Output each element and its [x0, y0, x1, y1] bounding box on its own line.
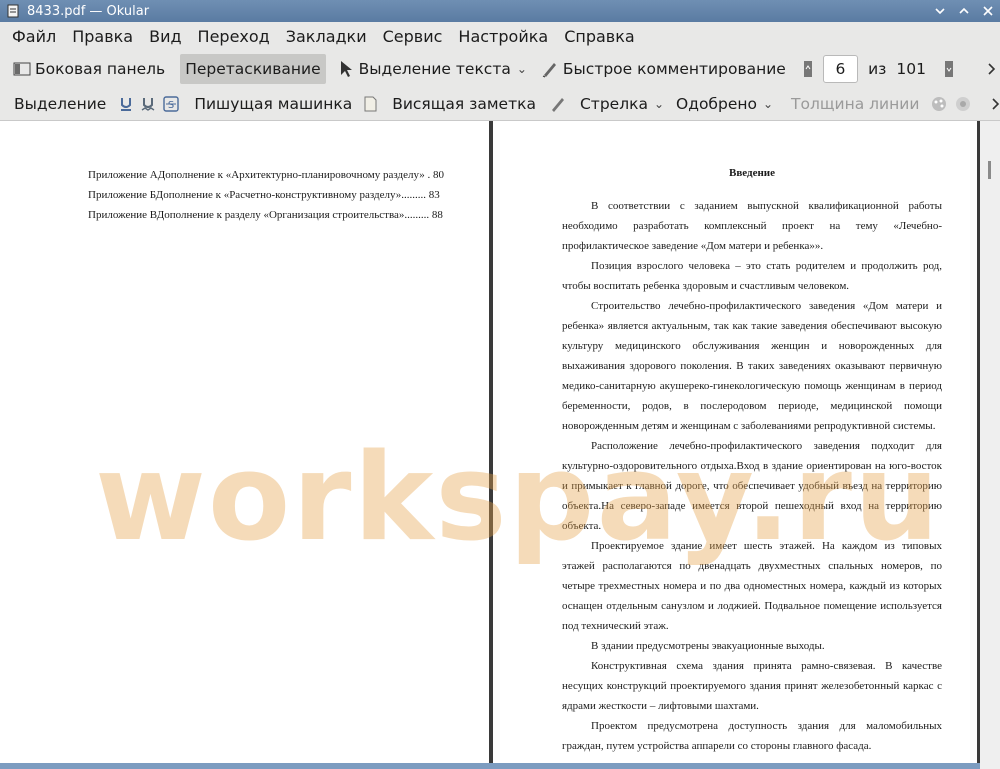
menu-view[interactable]: Вид — [141, 22, 189, 51]
cursor-icon — [337, 60, 355, 78]
stamp-button[interactable]: Одобрено ⌄ — [671, 89, 778, 119]
opacity-icon[interactable] — [954, 95, 972, 113]
vertical-scrollbar[interactable] — [980, 121, 1000, 769]
paragraph: Проектом предусмотрена доступность здани… — [562, 720, 942, 752]
minimize-icon[interactable] — [928, 0, 952, 22]
highlight-label: Выделение — [14, 94, 107, 113]
typewriter-button[interactable]: Пишущая машинка — [189, 89, 357, 119]
popup-note-button[interactable]: Висящая заметка — [387, 89, 541, 119]
popup-note-label: Висящая заметка — [392, 94, 536, 113]
annotation-overflow-icon[interactable] — [990, 95, 1000, 113]
title-bar: 8433.pdf — Okular — [0, 0, 1000, 22]
close-icon[interactable] — [976, 0, 1000, 22]
section-heading: Введение — [728, 167, 776, 179]
stamp-dropdown-icon[interactable]: ⌄ — [763, 97, 773, 111]
arrow-label: Стрелка — [579, 94, 648, 113]
menu-bookmarks[interactable]: Закладки — [278, 22, 375, 51]
page-text: Введение В соответствии с заданием выпус… — [562, 163, 942, 756]
window-title: 8433.pdf — Okular — [27, 3, 150, 19]
document-viewport[interactable]: Приложение АДополнение к «Архитектурно-п… — [0, 121, 1000, 769]
squiggly-underline-icon[interactable] — [141, 95, 155, 113]
toc-entry: Приложение АДополнение к «Архитектурно-п… — [88, 169, 444, 181]
paragraph: Расположение лечебно-профилактического з… — [562, 440, 942, 532]
page-total: 101 — [896, 60, 926, 78]
scrollbar-thumb[interactable] — [988, 161, 991, 179]
browse-tool-label: Перетаскивание — [185, 60, 321, 78]
toc-entry: Приложение ВДополнение к разделу «Органи… — [88, 209, 443, 221]
paragraph: В соответствии с заданием выпускной квал… — [562, 200, 942, 252]
next-page-icon[interactable] — [944, 60, 954, 78]
strikeout-icon[interactable]: S — [163, 95, 180, 113]
table-of-contents: Приложение АДополнение к «Архитектурно-п… — [88, 165, 458, 225]
menu-bar: Файл Правка Вид Переход Закладки Сервис … — [0, 22, 1000, 51]
page-number-input[interactable]: 6 — [822, 55, 859, 83]
page-of-label: из — [868, 60, 887, 78]
paragraph: Позиция взрослого человека – это стать р… — [562, 260, 942, 292]
browse-tool-button[interactable]: Перетаскивание — [180, 54, 326, 84]
color-icon[interactable] — [930, 95, 948, 113]
paragraph: Проектируемое здание имеет шесть этажей.… — [562, 540, 942, 632]
toolbar-overflow-icon[interactable] — [986, 60, 996, 78]
horizontal-scrollbar[interactable] — [0, 763, 980, 769]
annotation-toolbar: Выделение S Пишущая машинка Висящая заме… — [0, 87, 1000, 121]
previous-page-icon[interactable] — [803, 60, 813, 78]
sidebar-label: Боковая панель — [35, 60, 166, 78]
maximize-icon[interactable] — [952, 0, 976, 22]
quick-annotation-label: Быстрое комментирование — [562, 60, 786, 78]
menu-tools[interactable]: Сервис — [375, 22, 451, 51]
line-width-label: Толщина линии — [791, 94, 920, 113]
arrow-dropdown-icon[interactable]: ⌄ — [654, 97, 664, 111]
arrow-button[interactable]: Стрелка ⌄ — [575, 89, 669, 119]
sidebar-button[interactable]: Боковая панель — [8, 54, 170, 84]
note-icon[interactable] — [363, 95, 377, 113]
sidebar-icon — [13, 60, 31, 78]
underline-icon[interactable] — [119, 95, 133, 113]
menu-file[interactable]: Файл — [4, 22, 64, 51]
menu-edit[interactable]: Правка — [64, 22, 141, 51]
page-left: Приложение АДополнение к «Архитектурно-п… — [0, 121, 489, 769]
main-toolbar: Боковая панель Перетаскивание Выделение … — [0, 52, 1000, 86]
stamp-label: Одобрено — [676, 94, 757, 113]
typewriter-label: Пишущая машинка — [194, 94, 353, 113]
menu-go[interactable]: Переход — [190, 22, 278, 51]
highlight-button[interactable]: Выделение — [9, 89, 111, 119]
pencil-icon[interactable] — [549, 95, 567, 113]
okular-app-icon — [5, 3, 21, 19]
text-select-button[interactable]: Выделение текста ⌄ — [332, 54, 532, 84]
line-width-button[interactable]: Толщина линии — [786, 89, 924, 119]
toc-entry: Приложение БДополнение к «Расчетно-конст… — [88, 189, 440, 201]
paragraph: Строительство лечебно-профилактического … — [562, 300, 942, 432]
paragraph: Конструктивная схема здания принята рамн… — [562, 660, 942, 712]
paragraph: В здании предусмотрены эвакуационные вых… — [591, 640, 825, 652]
quick-annotation-button[interactable]: Быстрое комментирование — [536, 54, 791, 84]
pen-icon — [541, 60, 559, 78]
chevron-down-icon[interactable]: ⌄ — [517, 62, 527, 76]
menu-help[interactable]: Справка — [556, 22, 643, 51]
menu-settings[interactable]: Настройка — [450, 22, 556, 51]
text-select-label: Выделение текста — [358, 60, 511, 78]
svg-text:S: S — [168, 100, 174, 111]
